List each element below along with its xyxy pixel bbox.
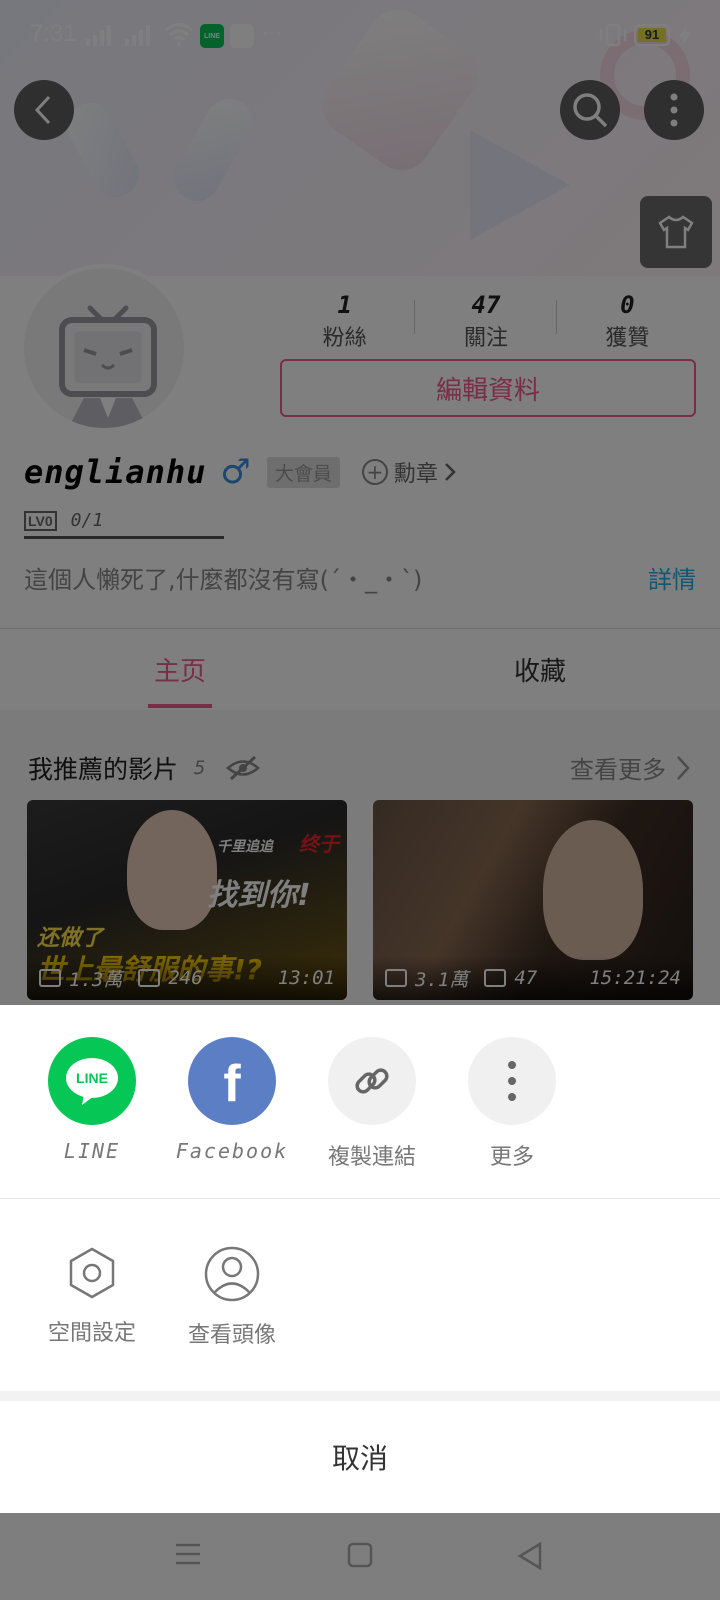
share-line[interactable]: LINE LINE [22,1037,162,1163]
share-bottom-sheet: LINE LINE f Facebook 複製連結 更多 空間設定 查看頭像 取… [0,1005,720,1513]
facebook-badge: f [223,1055,241,1113]
three-dots-icon [508,1061,516,1101]
line-badge-text: LINE [76,1070,108,1086]
share-line-label: LINE [63,1139,121,1163]
share-more-label: 更多 [489,1145,534,1170]
view-avatar-button[interactable]: 查看頭像 [162,1245,302,1349]
share-copy-link[interactable]: 複製連結 [302,1037,442,1171]
line-bubble-icon: LINE [66,1058,118,1105]
more-vertical-icon [468,1037,556,1125]
share-facebook[interactable]: f Facebook [162,1037,302,1163]
share-targets-row: LINE LINE f Facebook 複製連結 更多 [0,1005,720,1198]
cancel-button[interactable]: 取消 [0,1401,720,1513]
home-nav-icon[interactable] [346,1541,374,1569]
system-navigation-bar [0,1513,720,1600]
space-settings-label: 空間設定 [47,1321,136,1346]
view-avatar-label: 查看頭像 [187,1323,276,1348]
line-icon: LINE [48,1037,136,1125]
user-circle-icon [204,1246,260,1302]
facebook-icon: f [188,1037,276,1125]
share-more[interactable]: 更多 [442,1037,582,1171]
menu-nav-icon[interactable] [174,1541,202,1567]
sheet-gap [0,1391,720,1401]
back-nav-icon[interactable] [516,1541,544,1571]
divider [0,1198,720,1199]
share-copy-link-label: 複製連結 [327,1145,416,1170]
link-icon [328,1037,416,1125]
share-facebook-label: Facebook [175,1139,289,1163]
chain-link-icon [355,1068,389,1094]
space-settings-button[interactable]: 空間設定 [22,1245,162,1347]
hexagon-settings-icon [69,1247,115,1299]
